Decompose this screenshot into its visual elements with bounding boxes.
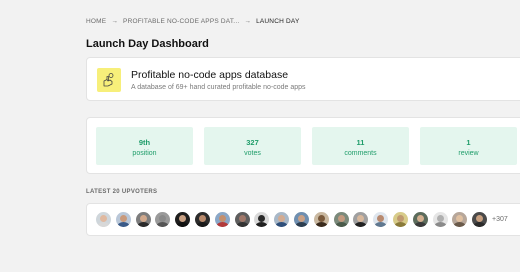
- user-avatar-icon[interactable]: [313, 212, 329, 227]
- product-thumbnail: [97, 68, 121, 92]
- user-avatar-icon[interactable]: [155, 212, 171, 227]
- user-avatar-icon[interactable]: [353, 212, 369, 227]
- user-avatar-icon[interactable]: [274, 212, 290, 227]
- user-avatar-icon[interactable]: [234, 212, 250, 227]
- stat-label: review: [458, 150, 479, 157]
- breadcrumb-product-link[interactable]: PROFITABLE NO-CODE APPS DAT...: [123, 18, 239, 25]
- user-avatar-icon[interactable]: [294, 212, 309, 227]
- user-avatar-icon[interactable]: [452, 212, 468, 227]
- product-description: A database of 69+ hand curated profitabl…: [131, 84, 306, 91]
- user-avatar-icon[interactable]: [175, 212, 191, 227]
- stat-value: 327: [246, 138, 259, 147]
- launch-day-page: HOME → PROFITABLE NO-CODE APPS DAT... → …: [0, 0, 520, 272]
- user-avatar-icon[interactable]: [195, 212, 210, 227]
- stat-votes: 327 votes: [204, 127, 301, 165]
- stat-review: 1 review: [420, 127, 517, 165]
- user-avatar-icon[interactable]: [135, 212, 151, 227]
- stats-card: 9th position 327 votes 11 comments 1 rev…: [86, 117, 520, 174]
- more-upvoters-count[interactable]: +307: [492, 216, 508, 223]
- user-avatar-icon[interactable]: [373, 212, 389, 227]
- stat-label: comments: [344, 150, 377, 157]
- user-avatar-icon[interactable]: [472, 212, 488, 227]
- user-avatar-icon[interactable]: [432, 212, 448, 227]
- product-card[interactable]: Profitable no-code apps database A datab…: [86, 57, 520, 101]
- stat-label: votes: [244, 150, 261, 157]
- breadcrumb-separator: →: [244, 18, 252, 25]
- stat-position: 9th position: [96, 127, 193, 165]
- user-avatar-icon[interactable]: [214, 212, 230, 227]
- breadcrumb-home-link[interactable]: HOME: [86, 18, 106, 25]
- breadcrumb-separator: →: [111, 18, 119, 25]
- breadcrumb: HOME → PROFITABLE NO-CODE APPS DAT... → …: [86, 18, 299, 25]
- user-avatar-icon[interactable]: [393, 212, 408, 227]
- stat-value: 9th: [138, 138, 151, 147]
- user-avatar-icon[interactable]: [333, 212, 349, 227]
- hand-coin-icon: [103, 73, 114, 87]
- user-avatar-icon[interactable]: [115, 212, 131, 227]
- user-avatar-icon[interactable]: [96, 212, 111, 227]
- upvoters-card: +307: [86, 203, 520, 236]
- user-avatar-icon[interactable]: [412, 212, 428, 227]
- breadcrumb-current: LAUNCH DAY: [256, 18, 300, 25]
- user-avatar-icon[interactable]: [254, 212, 270, 227]
- page-title: Launch Day Dashboard: [86, 38, 209, 50]
- stat-value: 11: [356, 138, 365, 147]
- stat-value: 1: [466, 138, 471, 147]
- stat-label: position: [132, 150, 157, 157]
- upvoters-section-label: LATEST 20 UPVOTERS: [86, 189, 158, 195]
- stat-comments: 11 comments: [312, 127, 409, 165]
- product-name[interactable]: Profitable no-code apps database: [131, 69, 288, 81]
